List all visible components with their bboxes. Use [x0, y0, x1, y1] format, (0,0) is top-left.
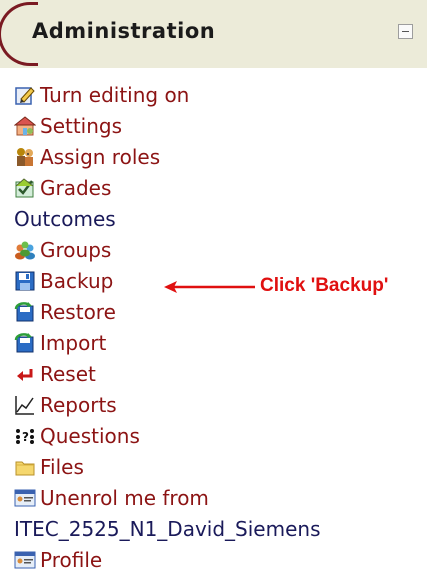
- settings-icon: [14, 115, 36, 137]
- groups-link[interactable]: Groups: [40, 238, 111, 262]
- reports-link[interactable]: Reports: [40, 393, 117, 417]
- menu-item-groups[interactable]: Groups: [14, 234, 320, 265]
- unenrol-icon: [14, 487, 36, 509]
- grades-link[interactable]: Grades: [40, 176, 111, 200]
- svg-text:?: ?: [22, 430, 29, 444]
- reset-icon: [14, 363, 36, 385]
- menu-item-files[interactable]: Files: [14, 451, 320, 482]
- menu-item-assign-roles[interactable]: Assign roles: [14, 141, 320, 172]
- profile-icon: [14, 549, 36, 571]
- edit-icon: [14, 84, 36, 106]
- questions-link[interactable]: Questions: [40, 424, 140, 448]
- backup-link[interactable]: Backup: [40, 269, 113, 293]
- reset-link[interactable]: Reset: [40, 362, 96, 386]
- grades-icon: [14, 177, 36, 199]
- menu-item-settings[interactable]: Settings: [14, 110, 320, 141]
- import-link[interactable]: Import: [40, 331, 106, 355]
- menu-item-unenrol[interactable]: Unenrol me from: [14, 482, 320, 513]
- menu-item-questions[interactable]: ? Questions: [14, 420, 320, 451]
- backup-icon: [14, 270, 36, 292]
- menu-item-grades[interactable]: Grades: [14, 172, 320, 203]
- roles-icon: [14, 146, 36, 168]
- course-name-label: ITEC_2525_N1_David_Siemens: [14, 516, 321, 541]
- unenrol-link[interactable]: Unenrol me from: [40, 486, 209, 510]
- menu-item-profile[interactable]: Profile: [14, 544, 320, 575]
- callout-text: Click 'Backup': [260, 275, 389, 296]
- menu-item-reports[interactable]: Reports: [14, 389, 320, 420]
- files-link[interactable]: Files: [40, 455, 84, 479]
- profile-link[interactable]: Profile: [40, 548, 102, 572]
- menu-item-import[interactable]: Import: [14, 327, 320, 358]
- assign-roles-link[interactable]: Assign roles: [40, 145, 160, 169]
- block-title: Administration: [32, 19, 216, 43]
- backup-callout: Click 'Backup': [163, 272, 427, 304]
- restore-link[interactable]: Restore: [40, 300, 116, 324]
- collapse-icon[interactable]: [398, 24, 413, 39]
- import-icon: [14, 332, 36, 354]
- administration-block-header: Administration: [0, 0, 427, 68]
- menu-item-turn-editing-on[interactable]: Turn editing on: [14, 79, 320, 110]
- callout-arrow-icon: [164, 281, 255, 293]
- reports-icon: [14, 394, 36, 416]
- administration-menu: Turn editing on Settings Assign roles Gr…: [14, 79, 320, 575]
- folder-icon: [14, 456, 36, 478]
- settings-link[interactable]: Settings: [40, 114, 122, 138]
- questions-icon: ?: [14, 425, 36, 447]
- restore-icon: [14, 301, 36, 323]
- outcomes-label: Outcomes: [14, 206, 116, 231]
- menu-item-reset[interactable]: Reset: [14, 358, 320, 389]
- menu-item-course-name: ITEC_2525_N1_David_Siemens: [14, 513, 320, 544]
- turn-editing-on-link[interactable]: Turn editing on: [40, 83, 189, 107]
- groups-icon: [14, 239, 36, 261]
- menu-item-outcomes[interactable]: Outcomes: [14, 203, 320, 234]
